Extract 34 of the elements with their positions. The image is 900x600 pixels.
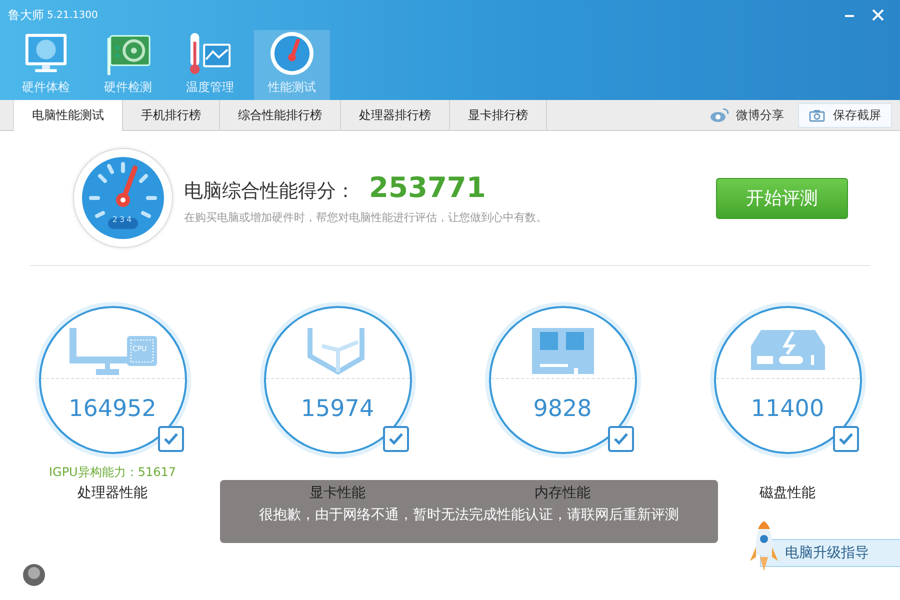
gauge-icon xyxy=(268,30,316,77)
tab[interactable]: 电脑性能测试 xyxy=(13,100,123,131)
camera-icon xyxy=(809,108,825,122)
weibo-icon xyxy=(710,107,730,123)
rocket-icon xyxy=(750,521,778,571)
close-icon xyxy=(872,9,884,21)
gauge-icon: 234 xyxy=(74,149,172,247)
tab[interactable]: 处理器排行榜 xyxy=(341,100,450,130)
description-text: 在购买电脑或增加硬件时，帮您对电脑性能进行评估，让您做到心中有数。 xyxy=(184,210,547,225)
category-label: 磁盘性能 xyxy=(760,484,816,502)
share-link[interactable]: 微博分享 xyxy=(736,106,784,124)
score-value: 11400 xyxy=(750,396,824,422)
score-value: 9828 xyxy=(533,396,592,422)
checkbox[interactable] xyxy=(833,426,859,452)
category-label: 内存性能 xyxy=(534,484,590,502)
category-label: 处理器性能 xyxy=(78,484,148,502)
score-value: 164952 xyxy=(68,396,156,422)
save-screenshot-button[interactable]: 保存截屏 xyxy=(798,102,892,128)
igpu-score-text: IGPU异构能力：51617 xyxy=(48,464,176,479)
checkbox[interactable] xyxy=(608,426,634,452)
category-label: 显卡性能 xyxy=(310,484,366,502)
checkbox[interactable] xyxy=(383,426,409,452)
upgrade-guide-banner[interactable]: 电脑升级指导 xyxy=(760,539,900,567)
score-title: 电脑综合性能得分： xyxy=(184,179,355,204)
total-score: 253771 xyxy=(369,171,486,204)
toast-message: 很抱歉，由于网络不通，暂时无法完成性能认证，请联网后重新评测 xyxy=(259,506,679,524)
checkbox[interactable] xyxy=(158,426,184,452)
app-version: 5.21.1300 xyxy=(47,10,98,20)
round-badge-icon xyxy=(22,563,46,587)
tab[interactable]: 手机排行榜 xyxy=(123,100,220,130)
tab[interactable]: 综合性能排行榜 xyxy=(220,100,341,130)
score-value: 15974 xyxy=(300,396,374,422)
tab[interactable]: 显卡排行榜 xyxy=(450,100,547,130)
app-title: 鲁大师 xyxy=(8,6,44,24)
